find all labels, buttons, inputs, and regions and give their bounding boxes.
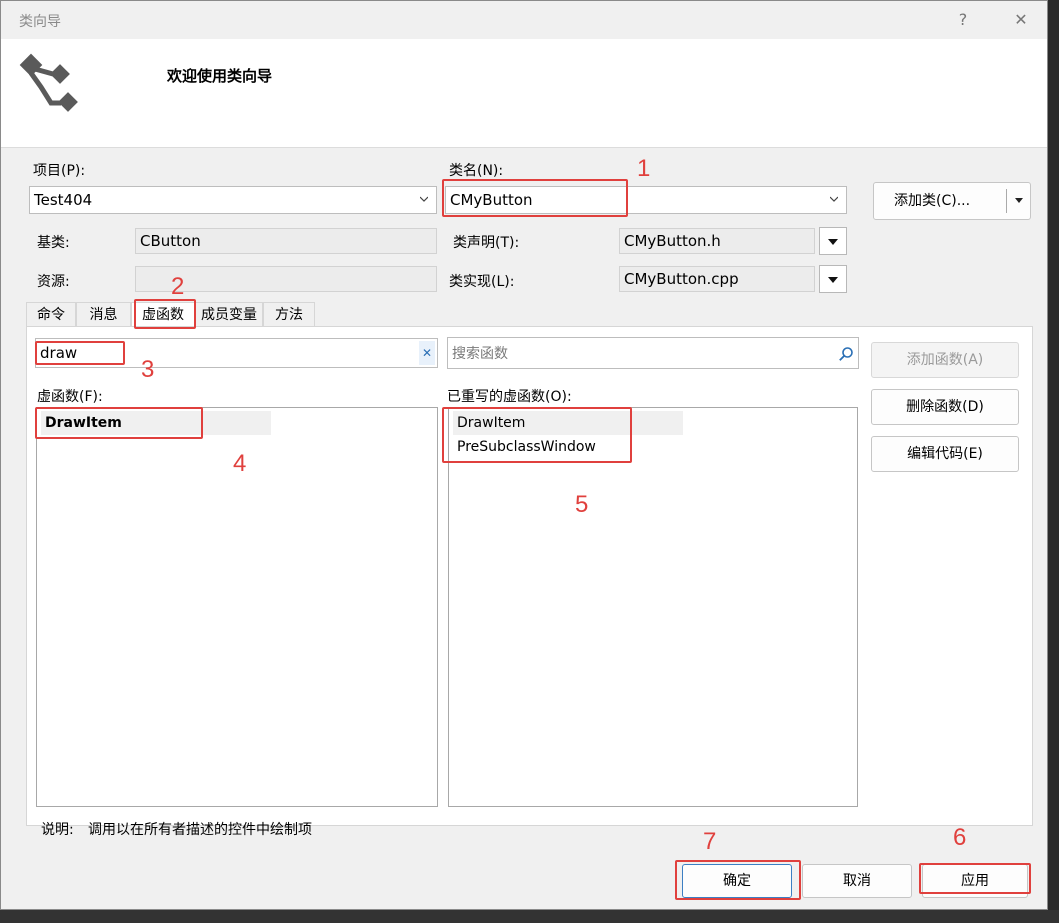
- annotation-number: 6: [953, 824, 967, 851]
- base-value: CButton: [140, 232, 201, 250]
- class-wizard-dialog: 类向导 ? ✕ 欢迎使用类向导 项目(P): Test404 类名(N): CM…: [0, 0, 1048, 910]
- description-label: 说明:: [41, 822, 74, 838]
- impl-value: CMyButton.cpp: [624, 270, 739, 288]
- background-ide-bottom: [0, 910, 1059, 923]
- dropdown-arrow-icon: [828, 239, 838, 245]
- resource-label: 资源:: [37, 274, 70, 290]
- annotation-box-ok: [675, 860, 801, 900]
- impl-field: CMyButton.cpp: [619, 266, 815, 292]
- window-title: 类向导: [19, 14, 61, 30]
- base-field: CButton: [135, 228, 437, 254]
- edit-code-button[interactable]: 编辑代码(E): [871, 436, 1019, 472]
- tab-messages[interactable]: 消息: [76, 302, 131, 326]
- decl-label: 类声明(T):: [453, 235, 520, 251]
- cancel-button[interactable]: 取消: [802, 864, 912, 898]
- annotation-box-tab: [134, 299, 196, 329]
- overridden-list[interactable]: DrawItem PreSubclassWindow: [448, 407, 858, 807]
- virtuals-label: 虚函数(F):: [37, 389, 103, 405]
- decl-field: CMyButton.h: [619, 228, 815, 254]
- delete-function-button[interactable]: 删除函数(D): [871, 389, 1019, 425]
- description-text: 调用以在所有者描述的控件中绘制项: [88, 822, 312, 838]
- project-value: Test404: [34, 191, 93, 209]
- search-input[interactable]: 搜索函数: [447, 337, 859, 369]
- annotation-number: 7: [703, 828, 717, 855]
- welcome-banner: 欢迎使用类向导: [1, 39, 1047, 148]
- annotation-box-overridden-items: [442, 407, 632, 463]
- add-class-button[interactable]: 添加类(C)...: [873, 182, 1031, 220]
- decl-dropdown-button[interactable]: [819, 227, 847, 255]
- classname-label: 类名(N):: [449, 163, 504, 179]
- tab-member-variables[interactable]: 成员变量: [195, 302, 263, 326]
- add-class-divider: [1006, 189, 1007, 213]
- tab-methods[interactable]: 方法: [263, 302, 315, 326]
- welcome-text: 欢迎使用类向导: [167, 67, 273, 85]
- annotation-number: 2: [171, 273, 185, 300]
- impl-dropdown-button[interactable]: [819, 265, 847, 293]
- clear-icon[interactable]: ✕: [419, 341, 435, 365]
- tab-commands[interactable]: 命令: [26, 302, 76, 326]
- annotation-box-filter: [35, 341, 125, 365]
- annotation-number: 1: [637, 155, 651, 182]
- search-placeholder: 搜索函数: [452, 346, 508, 362]
- search-icon: [839, 347, 853, 361]
- annotation-number: 3: [141, 356, 155, 383]
- add-function-button[interactable]: 添加函数(A): [871, 342, 1019, 378]
- help-button[interactable]: ?: [949, 7, 977, 33]
- class-hierarchy-icon: [19, 53, 78, 112]
- project-combo[interactable]: Test404: [29, 186, 437, 214]
- annotation-box-apply: [919, 863, 1031, 894]
- add-class-dropdown-icon[interactable]: [1015, 198, 1023, 203]
- project-label: 项目(P):: [33, 163, 86, 179]
- background-ide: [1048, 0, 1059, 923]
- decl-value: CMyButton.h: [624, 232, 721, 250]
- add-class-label: 添加类(C)...: [894, 193, 971, 209]
- chevron-down-icon: [420, 196, 428, 202]
- annotation-box-virtual-item: [35, 407, 203, 439]
- chevron-down-icon: [830, 196, 838, 202]
- impl-label: 类实现(L):: [449, 274, 515, 290]
- annotation-number: 5: [575, 491, 589, 518]
- base-label: 基类:: [37, 235, 70, 251]
- dropdown-arrow-icon: [828, 277, 838, 283]
- annotation-number: 4: [233, 450, 247, 477]
- annotation-box-classname: [442, 179, 628, 217]
- close-button[interactable]: ✕: [1007, 7, 1035, 33]
- overridden-label: 已重写的虚函数(O):: [447, 389, 572, 405]
- title-bar: 类向导 ? ✕: [1, 1, 1047, 39]
